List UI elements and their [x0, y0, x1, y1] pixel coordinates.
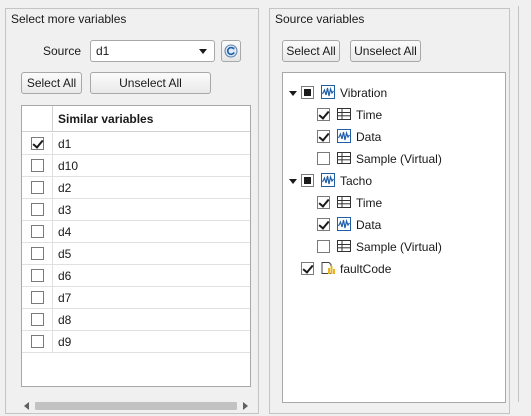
tree-child-node[interactable]: Data — [283, 215, 505, 235]
unselect-all-button[interactable]: Unselect All — [350, 40, 421, 62]
scroll-left-icon[interactable] — [24, 402, 29, 410]
row-checkbox[interactable] — [31, 159, 44, 172]
tree-child-node[interactable]: Time — [283, 105, 505, 125]
variable-name-cell: d8 — [58, 313, 72, 327]
variable-name-cell: d10 — [58, 159, 79, 173]
variable-name-cell: d3 — [58, 203, 72, 217]
source-variables-panel: Source variables Select All Unselect All… — [269, 8, 510, 414]
similar-variables-table: Similar variables d1 d10 d2 d3 d4 d5 d6 d7 d8 d9 — [21, 105, 251, 387]
signal-icon — [336, 128, 352, 144]
tree-child-node[interactable]: Sample (Virtual) — [283, 149, 505, 169]
tree-checkbox[interactable] — [317, 152, 330, 165]
select-more-variables-panel: Select more variables Source d1 Select A… — [5, 8, 259, 414]
tree-node-label: Sample (Virtual) — [356, 152, 442, 166]
column-header-similar-variables[interactable]: Similar variables — [58, 112, 153, 126]
tree-checkbox[interactable] — [317, 108, 330, 121]
table-icon — [336, 238, 352, 254]
source-variables-tree: Vibration Time Data Sample (Virtual) Tacho Ti… — [282, 72, 506, 403]
table-icon — [336, 194, 352, 210]
tree-child-node[interactable]: Time — [283, 193, 505, 213]
signal-icon — [320, 84, 336, 100]
table-row[interactable]: d7 — [22, 287, 250, 309]
tree-node[interactable]: faultCode — [283, 259, 505, 279]
row-checkbox[interactable] — [31, 247, 44, 260]
source-dropdown[interactable]: d1 — [90, 40, 215, 62]
row-checkbox[interactable] — [31, 203, 44, 216]
tree-checkbox[interactable] — [317, 240, 330, 253]
variable-name-cell: d9 — [58, 335, 72, 349]
chevron-down-icon — [199, 49, 207, 54]
tree-child-node[interactable]: Sample (Virtual) — [283, 237, 505, 257]
tree-node-label: Vibration — [340, 86, 388, 100]
tree-node-label: Data — [356, 130, 382, 144]
table-row[interactable]: d5 — [22, 243, 250, 265]
expand-toggle-icon[interactable] — [289, 179, 297, 184]
table-header: Similar variables — [22, 106, 250, 132]
table-row[interactable]: d8 — [22, 309, 250, 331]
tree-checkbox[interactable] — [301, 86, 314, 99]
tree-node-label: Tacho — [340, 174, 373, 188]
table-row[interactable]: d3 — [22, 199, 250, 221]
variable-name-cell: d7 — [58, 291, 72, 305]
variable-name-cell: d4 — [58, 225, 72, 239]
tree-node-label: Time — [356, 196, 383, 210]
table-icon — [336, 106, 352, 122]
tree-checkbox[interactable] — [301, 174, 314, 187]
tree-node[interactable]: Tacho — [283, 171, 505, 191]
row-checkbox[interactable] — [31, 335, 44, 348]
row-checkbox[interactable] — [31, 269, 44, 282]
table-row[interactable]: d9 — [22, 331, 250, 353]
tree-checkbox[interactable] — [317, 196, 330, 209]
refresh-button[interactable] — [221, 40, 241, 62]
expand-toggle-icon[interactable] — [289, 91, 297, 96]
scrollbar-thumb[interactable] — [35, 402, 237, 410]
tree-node[interactable]: Vibration — [283, 83, 505, 103]
scroll-right-icon[interactable] — [243, 402, 248, 410]
refresh-icon — [224, 44, 238, 58]
table-row[interactable]: d1 — [22, 133, 250, 155]
panel-title: Source variables — [275, 12, 365, 26]
horizontal-scrollbar[interactable] — [21, 399, 251, 413]
select-all-button[interactable]: Select All — [21, 72, 82, 94]
table-row[interactable]: d2 — [22, 177, 250, 199]
tree-node-label: Data — [356, 218, 382, 232]
variable-name-cell: d2 — [58, 181, 72, 195]
variable-name-cell: d5 — [58, 247, 72, 261]
row-checkbox[interactable] — [31, 137, 44, 150]
variable-name-cell: d6 — [58, 269, 72, 283]
source-dropdown-value: d1 — [96, 44, 110, 58]
variable-name-cell: d1 — [58, 137, 72, 151]
signal-icon — [336, 216, 352, 232]
tree-node-label: Time — [356, 108, 383, 122]
unselect-all-button[interactable]: Unselect All — [90, 72, 211, 94]
row-checkbox[interactable] — [31, 225, 44, 238]
folder-data-icon — [320, 260, 336, 276]
tree-checkbox[interactable] — [317, 218, 330, 231]
tree-checkbox[interactable] — [317, 130, 330, 143]
tree-node-label: faultCode — [340, 262, 392, 276]
row-checkbox[interactable] — [31, 181, 44, 194]
panel-title: Select more variables — [11, 12, 127, 26]
table-icon — [336, 150, 352, 166]
signal-icon — [320, 172, 336, 188]
table-row[interactable]: d4 — [22, 221, 250, 243]
tree-checkbox[interactable] — [301, 262, 314, 275]
tree-node-label: Sample (Virtual) — [356, 240, 442, 254]
table-row[interactable]: d6 — [22, 265, 250, 287]
table-row[interactable]: d10 — [22, 155, 250, 177]
tree-child-node[interactable]: Data — [283, 127, 505, 147]
select-all-button[interactable]: Select All — [282, 40, 340, 62]
source-label: Source — [43, 44, 82, 58]
row-checkbox[interactable] — [31, 313, 44, 326]
row-checkbox[interactable] — [31, 291, 44, 304]
right-edge-divider — [510, 0, 531, 416]
